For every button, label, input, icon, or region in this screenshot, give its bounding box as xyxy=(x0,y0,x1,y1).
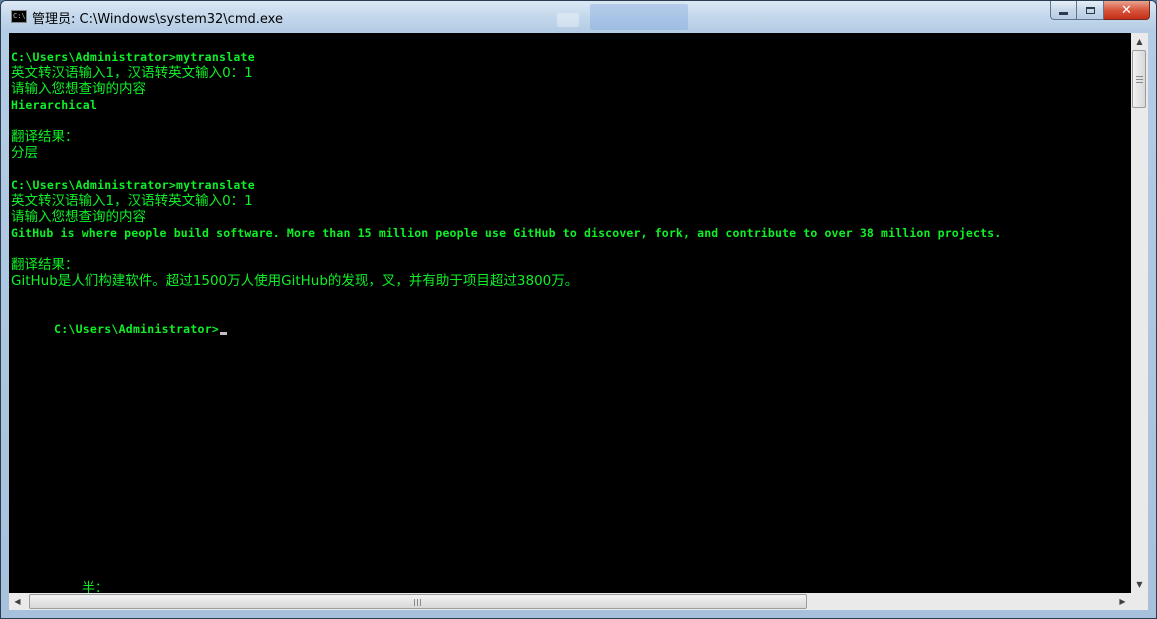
maximize-button[interactable] xyxy=(1077,1,1104,20)
ime-status-indicator: 半： xyxy=(82,581,109,593)
scroll-right-icon[interactable]: ▶ xyxy=(1114,593,1131,610)
scroll-up-icon[interactable]: ▲ xyxy=(1131,33,1148,50)
scroll-down-icon[interactable]: ▼ xyxy=(1131,576,1148,593)
current-prompt: C:\Users\Administrator> xyxy=(54,322,220,336)
grip-line xyxy=(1136,79,1143,80)
console-line: 翻译结果： xyxy=(11,129,79,145)
size-grip[interactable] xyxy=(1131,593,1148,610)
console-line: 请输入您想查询的内容 xyxy=(11,81,146,97)
console-line: GitHub is where people build software. M… xyxy=(11,226,1002,240)
console-line: 分层 xyxy=(11,145,38,161)
title-bar[interactable]: C:\ 管理员: C:\Windows\system32\cmd.exe ✕ xyxy=(1,1,1156,32)
console-line-prompt: C:\Users\Administrator> xyxy=(11,305,228,336)
grip-line xyxy=(414,599,415,606)
minimize-icon xyxy=(1059,12,1068,15)
grip-line xyxy=(1136,82,1143,83)
console-line-prompt: C:\Users\Administrator>mytranslate xyxy=(11,178,255,192)
vertical-scroll-thumb[interactable] xyxy=(1132,50,1146,108)
console-line: 英文转汉语输入1，汉语转英文输入0：1 xyxy=(11,65,253,81)
close-button[interactable]: ✕ xyxy=(1104,1,1150,20)
grip-line xyxy=(1136,76,1143,77)
cmd-icon[interactable]: C:\ xyxy=(11,10,27,23)
minimize-button[interactable] xyxy=(1050,1,1077,20)
close-icon: ✕ xyxy=(1121,2,1132,18)
console-line: 翻译结果： xyxy=(11,257,79,273)
console-line-prompt: C:\Users\Administrator>mytranslate xyxy=(11,50,255,64)
background-window-ghost xyxy=(557,13,579,27)
caption-buttons: ✕ xyxy=(1050,1,1150,21)
console-output[interactable]: C:\Users\Administrator>mytranslate 英文转汉语… xyxy=(9,33,1131,593)
console-line: GitHub是人们构建软件。超过1500万人使用GitHub的发现，叉，并有助于… xyxy=(11,273,579,289)
cmd-window: C:\ 管理员: C:\Windows\system32\cmd.exe ✕ C… xyxy=(0,0,1157,619)
console-line: 请输入您想查询的内容 xyxy=(11,209,146,225)
grip-line xyxy=(417,599,418,606)
background-window-ghost-button xyxy=(590,4,688,30)
vertical-scrollbar[interactable]: ▲ ▼ xyxy=(1131,33,1148,593)
text-cursor xyxy=(220,332,228,335)
window-title: 管理员: C:\Windows\system32\cmd.exe xyxy=(32,12,283,27)
maximize-icon xyxy=(1085,6,1095,14)
grip-line xyxy=(420,599,421,606)
console-line: 英文转汉语输入1，汉语转英文输入0：1 xyxy=(11,193,253,209)
scroll-left-icon[interactable]: ◀ xyxy=(9,593,26,610)
horizontal-scrollbar[interactable]: ◀ ▶ xyxy=(9,593,1131,610)
console-line: Hierarchical xyxy=(11,98,98,112)
horizontal-scroll-thumb[interactable] xyxy=(29,594,807,609)
